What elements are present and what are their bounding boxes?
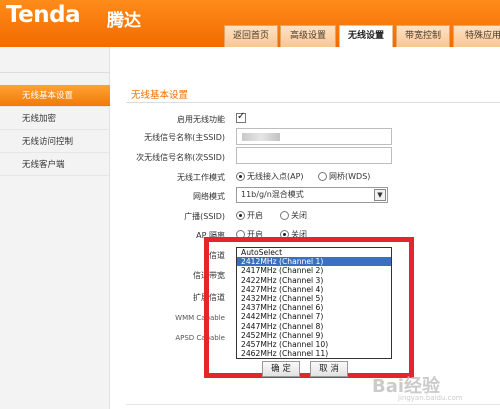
sidebar-item-access-control[interactable]: 无线访问控制 <box>0 131 110 153</box>
ssid2-label: 次无线信号名称(次SSID) <box>136 153 225 162</box>
enable-wireless-label: 启用无线功能 <box>177 115 225 124</box>
netmode-label: 网络模式 <box>193 192 225 201</box>
broadcast-label: 广播(SSID) <box>184 212 225 221</box>
tab-wireless[interactable]: 无线设置 <box>339 25 393 47</box>
sidebar-divider <box>0 72 110 73</box>
enable-wireless-checkbox[interactable] <box>236 111 246 123</box>
tab-home[interactable]: 返回首页 <box>224 25 278 47</box>
netmode-value: 11b/g/n混合模式 <box>241 190 304 199</box>
section-divider <box>126 102 500 103</box>
netmode-select[interactable]: 11b/g/n混合模式 ▼ <box>236 187 388 203</box>
chevron-down-icon: ▼ <box>374 189 386 201</box>
sidebar: 无线基本设置 无线加密 无线访问控制 无线客户端 <box>0 47 110 409</box>
mode-ap-radio[interactable] <box>236 172 245 181</box>
top-header: Tenda 腾达 返回首页 高级设置 无线设置 带宽控制 特殊应用 <box>0 0 500 47</box>
brand-logo: Tenda <box>6 2 81 28</box>
mode-label: 无线工作模式 <box>177 173 225 182</box>
tab-special[interactable]: 特殊应用 <box>453 25 500 47</box>
ssid-input[interactable] <box>236 128 392 145</box>
bottom-divider <box>126 404 500 405</box>
sidebar-item-encryption[interactable]: 无线加密 <box>0 108 110 130</box>
watermark: Bai经验 jingyan.baidu.com <box>372 372 463 402</box>
ssid-label: 无线信号名称(主SSID) <box>144 133 225 142</box>
ok-button[interactable]: 确 定 <box>262 361 300 377</box>
broadcast-off-radio[interactable] <box>280 211 289 220</box>
sidebar-item-basic[interactable]: 无线基本设置 <box>0 85 110 107</box>
red-highlight-box <box>204 237 414 378</box>
ssid2-input[interactable] <box>236 147 392 164</box>
ssid-blurred-value <box>242 133 280 141</box>
mode-wds-radio[interactable] <box>318 172 327 181</box>
broadcast-on-option: 开启 <box>247 211 263 220</box>
section-title: 无线基本设置 <box>131 90 189 101</box>
broadcast-on-radio[interactable] <box>236 211 245 220</box>
watermark-sub: jingyan.baidu.com <box>398 394 463 402</box>
cancel-button[interactable]: 取 消 <box>310 361 348 377</box>
tab-advanced[interactable]: 高级设置 <box>280 25 336 47</box>
sidebar-item-clients[interactable]: 无线客户端 <box>0 154 110 176</box>
brand-logo-cn: 腾达 <box>107 11 141 31</box>
tab-bandwidth[interactable]: 带宽控制 <box>396 25 450 47</box>
mode-ap-option: 无线接入点(AP) <box>247 172 304 181</box>
broadcast-off-option: 关闭 <box>291 211 307 220</box>
mode-wds-option: 网桥(WDS) <box>329 172 371 181</box>
